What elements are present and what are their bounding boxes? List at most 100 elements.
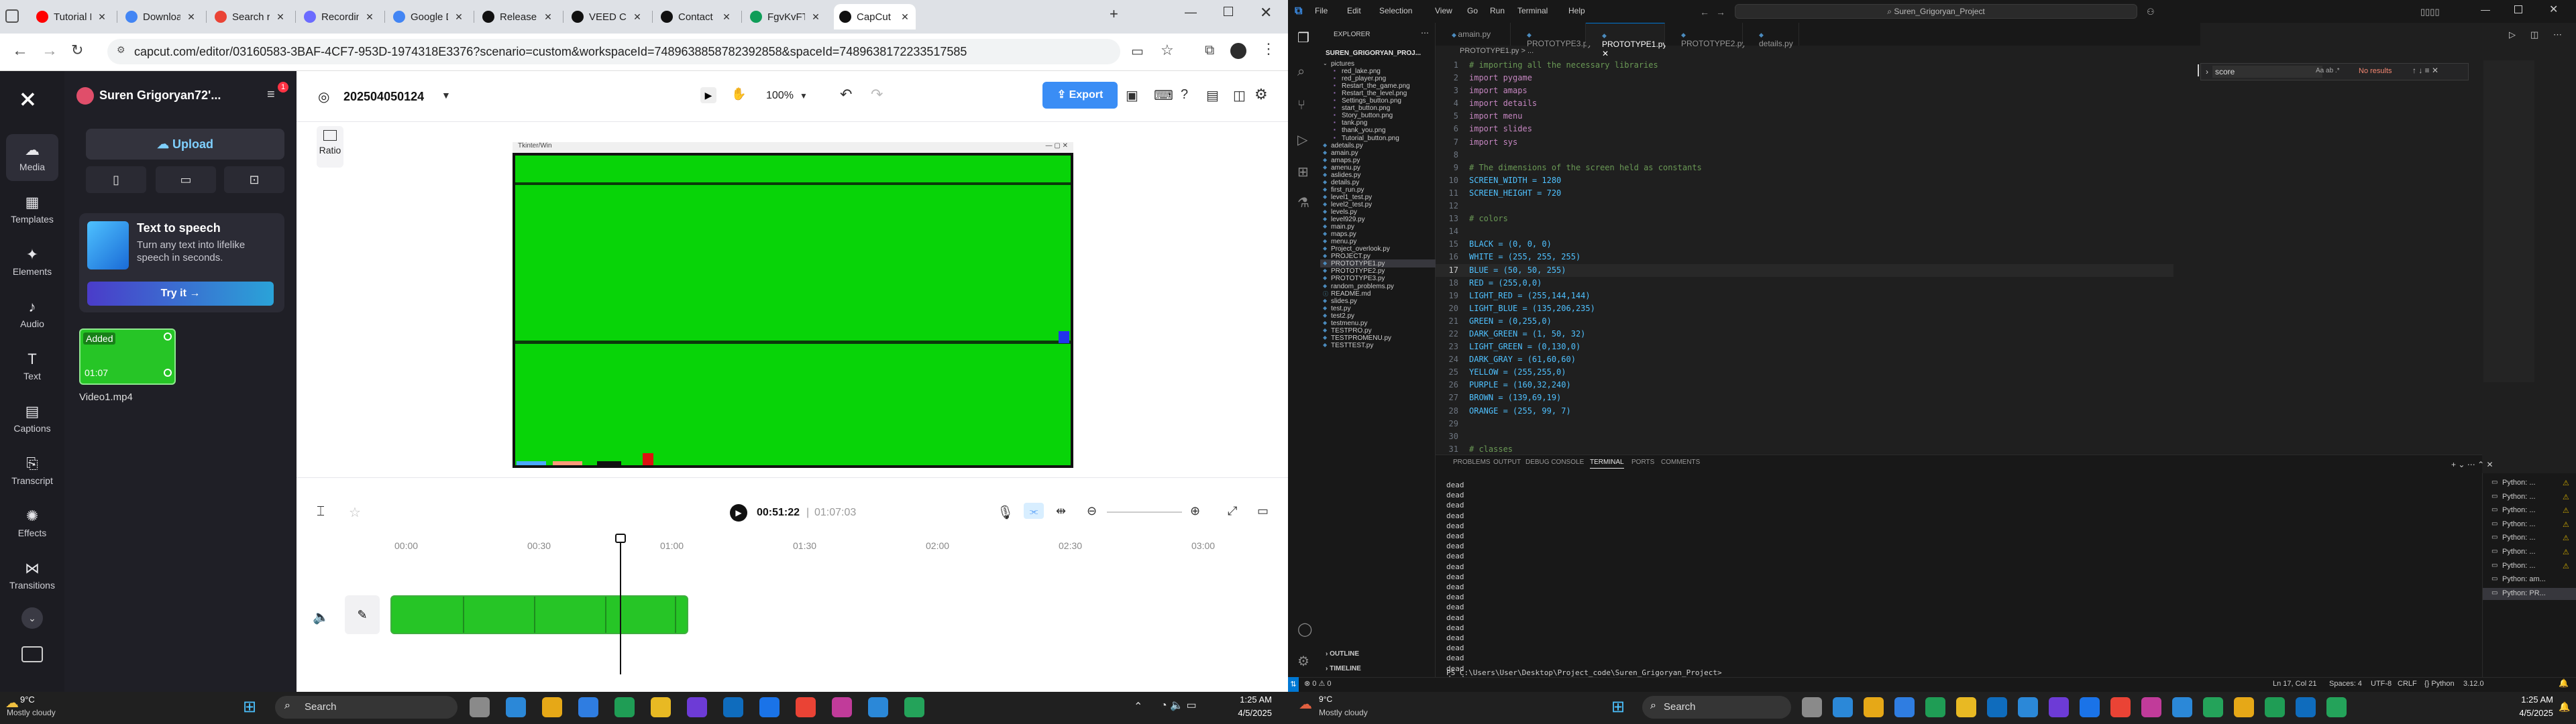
editor-tab[interactable]: ◆ amain.py [1436,23,1511,46]
browser-tab[interactable]: Release S ✕ [477,4,559,29]
browser-tab[interactable]: Search res ✕ [209,4,291,29]
right-taskbar-app-icon[interactable] [1833,697,1853,717]
mic-icon[interactable]: 🎙 [997,504,1014,521]
play-button[interactable]: ▶ [730,504,747,522]
word-icon[interactable] [723,697,743,717]
terminal-list-item[interactable]: Python: ... [2502,548,2560,556]
right-taskbar-app-icon[interactable] [2203,697,2223,717]
close-window-button[interactable]: ✕ [1260,4,1272,21]
zoom-out-icon[interactable]: ⊖ [1087,504,1097,518]
find-nav-icons[interactable]: ↑ ↓ ≡ ✕ [2412,66,2438,75]
profile-avatar[interactable] [1230,43,1246,59]
notifications-bell-icon[interactable]: 🔔 [2559,678,2569,688]
file-tree-item[interactable]: level1_test.py [1331,194,1433,201]
file-tree-item[interactable]: pictures [1331,60,1433,68]
close-tab-icon[interactable]: ✕ [810,11,821,23]
mask-icon[interactable]: ☆ [349,504,361,521]
panel-tab-debug-console[interactable]: DEBUG CONSOLE [1525,459,1584,468]
user-name[interactable]: Suren Grigoryan72'... [99,88,247,103]
browser-tab[interactable]: FgvKvFTL ✕ [745,4,826,29]
nav-item-transitions[interactable]: ⋈ Transitions [0,552,64,599]
file-tree-item[interactable]: amain.py [1331,149,1433,157]
file-tree-item[interactable]: README.md [1331,290,1433,298]
terminal-list-item[interactable]: Python: am... [2502,575,2560,583]
add-circle-icon[interactable] [164,369,172,377]
testing-icon[interactable]: ⚗ [1297,194,1309,211]
clock-date[interactable]: 4/5/2025 [2512,708,2553,718]
file-tree-item[interactable]: Restart_the_game.png [1342,82,1433,90]
terminal-list-item[interactable]: Python: ... [2502,479,2560,487]
weather-icon[interactable]: ☁ [1299,696,1312,713]
nav-item-text[interactable]: T Text [0,343,64,390]
user-avatar[interactable] [76,87,94,105]
find-expand-icon[interactable]: › [2206,67,2208,76]
run-debug-icon[interactable]: ▷ [1297,131,1307,148]
feedback-icon[interactable] [21,646,43,662]
nav-item-media[interactable]: ☁ Media [6,134,58,181]
browser-tab[interactable]: Google Do ✕ [388,4,470,29]
terminal-output[interactable]: dead dead dead dead dead dead dead dead dead dead… [1446,480,1464,694]
menu-view[interactable]: View [1435,6,1452,15]
right-taskbar-app-icon[interactable] [1987,697,2007,717]
terminal-list-item[interactable]: Python: ... [2502,493,2560,501]
copilot-icon[interactable]: ⚇ [2147,7,2155,17]
file-tree-item[interactable]: level929.py [1331,216,1433,223]
export-button[interactable]: ⇪ Export [1042,82,1118,109]
file-tree-item[interactable]: level2_test.py [1331,201,1433,208]
file-tree-item[interactable]: test.py [1331,305,1433,312]
vs-maximize-button[interactable] [2514,5,2522,13]
video-preview[interactable] [513,153,1073,468]
close-tab-icon[interactable]: ✕ [900,11,910,23]
project-title[interactable]: 202504050124 [343,90,424,104]
teams-icon[interactable] [832,697,852,717]
editor-tab[interactable]: ◆ PROTOTYPE2.py [1665,23,1746,48]
file-tree-item[interactable]: testmenu.py [1331,320,1433,327]
reload-icon[interactable]: ↻ [71,42,83,59]
upload-button[interactable]: ☁ Upload [86,129,284,160]
find-input[interactable]: score [2212,66,2322,78]
task-view-icon[interactable] [470,697,490,717]
nav-item-effects[interactable]: ✺ Effects [0,500,64,547]
file-tree-item[interactable]: PROTOTYPE1.py [1331,260,1433,267]
right-taskbar-app-icon[interactable] [1894,697,1915,717]
menu-selection[interactable]: Selection [1379,6,1412,15]
browser-tab[interactable]: Recording ✕ [299,4,380,29]
right-taskbar-app-icon[interactable] [2141,697,2161,717]
magnet-icon[interactable]: ⫘ [1024,503,1044,519]
panel-tab-terminal[interactable]: TERMINAL [1590,459,1624,469]
explorer-icon[interactable]: ❐ [1297,29,1309,46]
file-tree-item[interactable]: Story_button.png [1342,112,1433,119]
right-taskbar-app-icon[interactable] [1864,697,1884,717]
editor-tab[interactable]: ◆ details.py [1743,23,1799,48]
browser-tab[interactable]: Download ✕ [120,4,202,29]
select-circle-icon[interactable] [164,333,172,341]
search-view-icon[interactable]: ⌕ [1297,64,1305,80]
panel-tab-output[interactable]: OUTPUT [1493,459,1521,468]
hand-tool-icon[interactable]: ✋ [731,87,746,101]
right-taskbar-app-icon[interactable] [1956,697,1976,717]
browser-tab[interactable]: Tutorial Pr ✕ [31,4,113,29]
timeline-section[interactable]: › TIMELINE [1326,665,1361,672]
extensions-view-icon[interactable]: ⊞ [1297,164,1309,180]
back-icon[interactable]: ← [12,42,28,60]
panel-tab-comments[interactable]: COMMENTS [1661,459,1700,468]
status-item-utf-8[interactable]: UTF-8 [2371,680,2392,688]
redo-icon[interactable]: ↷ [871,86,883,103]
right-taskbar-app-icon[interactable] [1802,697,1822,717]
link-icon[interactable]: ⇹ [1056,504,1066,518]
screen-record-button[interactable]: ⊡ [224,166,284,193]
menu-icon[interactable]: ≡ [267,87,275,103]
accounts-icon[interactable]: ◯ [1297,621,1312,638]
shortcuts-icon[interactable]: ⌨ [1154,87,1173,104]
file-tree-item[interactable]: adetails.py [1331,142,1433,149]
file-tree-item[interactable]: amaps.py [1331,157,1433,164]
app-icon[interactable] [687,697,707,717]
video-clip[interactable] [390,595,688,634]
file-tree-item[interactable]: red_lake.png [1342,68,1433,75]
close-tab-icon[interactable]: ✕ [364,11,375,23]
file-tree-item[interactable]: test2.py [1331,312,1433,320]
site-info-icon[interactable]: ⚙ [117,44,125,56]
bookmark-star-icon[interactable]: ☆ [1161,42,1174,59]
start-icon[interactable]: ⊞ [1611,697,1625,717]
nav-item-templates[interactable]: ▦ Templates [0,186,64,233]
